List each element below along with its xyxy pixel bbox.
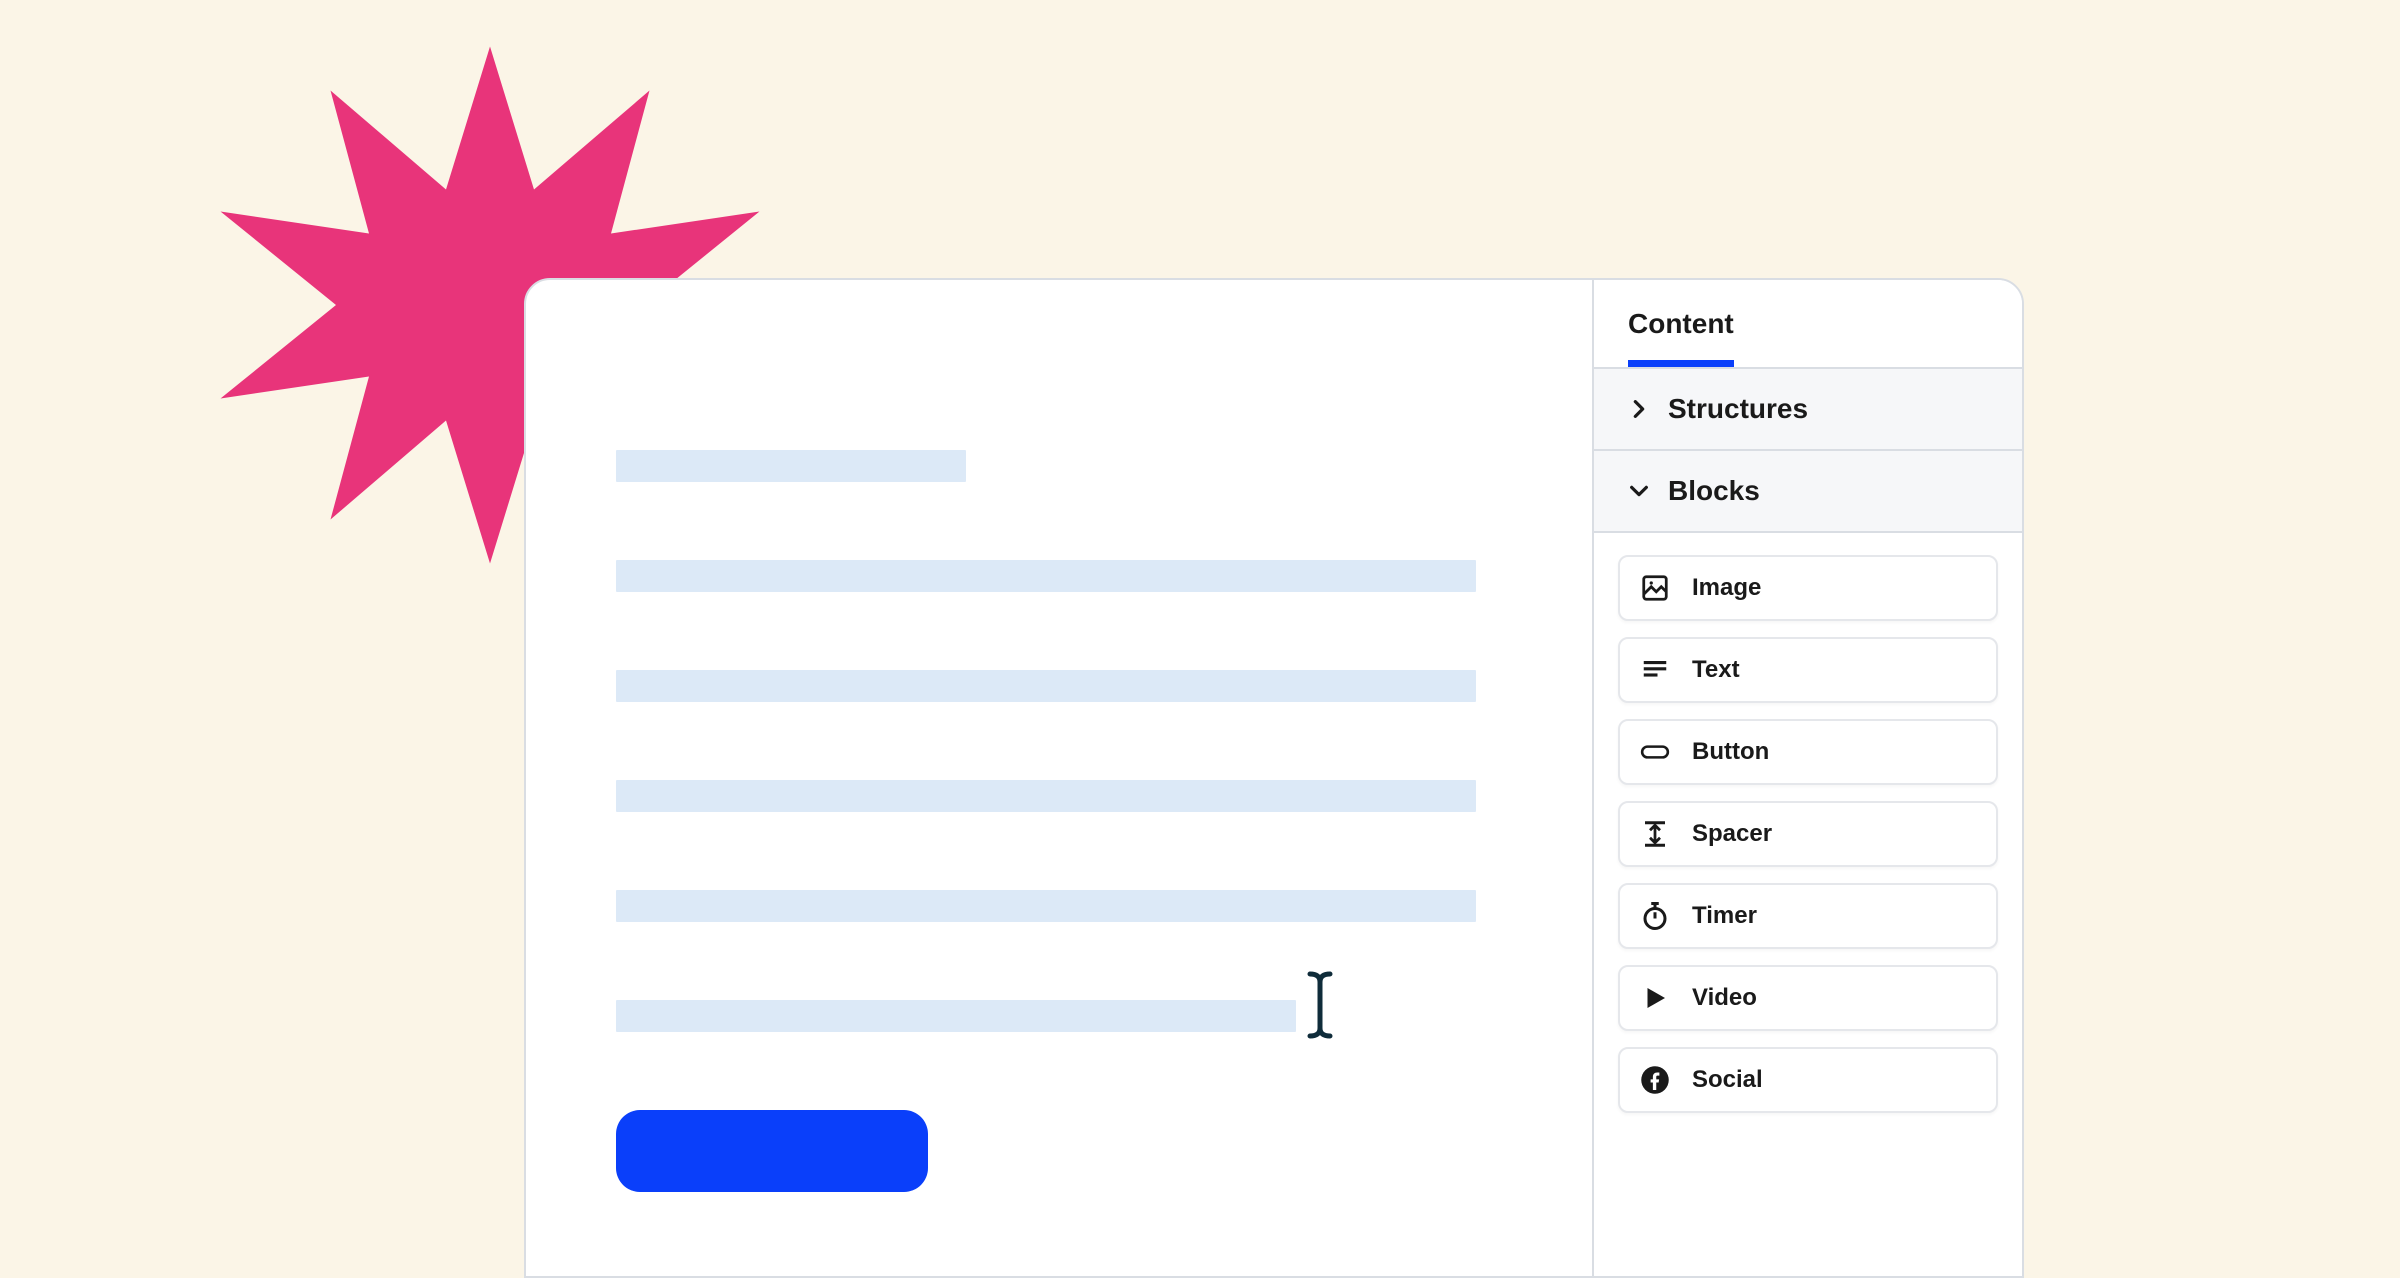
- block-label: Social: [1692, 1066, 1763, 1094]
- cta-button-placeholder[interactable]: [616, 1110, 928, 1192]
- chevron-right-icon: [1628, 398, 1650, 420]
- video-icon: [1640, 983, 1670, 1013]
- block-item-button[interactable]: Button: [1618, 719, 1998, 785]
- editor-window: Content Structures Blocks Image: [524, 278, 2024, 1278]
- accordion-label-blocks: Blocks: [1668, 475, 1760, 507]
- placeholder-line-editing[interactable]: [616, 1000, 1296, 1032]
- placeholder-line: [616, 780, 1476, 812]
- placeholder-line: [616, 890, 1476, 922]
- block-label: Timer: [1692, 902, 1757, 930]
- block-item-timer[interactable]: Timer: [1618, 883, 1998, 949]
- accordion-blocks[interactable]: Blocks: [1594, 449, 2022, 531]
- block-item-video[interactable]: Video: [1618, 965, 1998, 1031]
- button-icon: [1640, 737, 1670, 767]
- sidebar-panel: Content Structures Blocks Image: [1592, 280, 2022, 1276]
- image-icon: [1640, 573, 1670, 603]
- block-label: Text: [1692, 656, 1740, 684]
- block-item-image[interactable]: Image: [1618, 555, 1998, 621]
- blocks-list: Image Text Button Spacer: [1594, 531, 2022, 1135]
- canvas-area[interactable]: [526, 280, 1592, 1276]
- accordion-structures[interactable]: Structures: [1594, 367, 2022, 449]
- placeholder-line: [616, 560, 1476, 592]
- placeholder-title: [616, 450, 966, 482]
- block-label: Button: [1692, 738, 1769, 766]
- block-item-spacer[interactable]: Spacer: [1618, 801, 1998, 867]
- text-icon: [1640, 655, 1670, 685]
- block-label: Spacer: [1692, 820, 1772, 848]
- spacer-icon: [1640, 819, 1670, 849]
- timer-icon: [1640, 901, 1670, 931]
- accordion-label-structures: Structures: [1668, 393, 1808, 425]
- block-item-social[interactable]: Social: [1618, 1047, 1998, 1113]
- chevron-down-icon: [1628, 480, 1650, 502]
- block-label: Video: [1692, 984, 1757, 1012]
- social-icon: [1640, 1065, 1670, 1095]
- block-item-text[interactable]: Text: [1618, 637, 1998, 703]
- placeholder-line: [616, 670, 1476, 702]
- block-label: Image: [1692, 574, 1761, 602]
- tab-header: Content: [1594, 280, 2022, 367]
- text-cursor-icon: [1306, 970, 1334, 1040]
- tab-content[interactable]: Content: [1628, 308, 1734, 367]
